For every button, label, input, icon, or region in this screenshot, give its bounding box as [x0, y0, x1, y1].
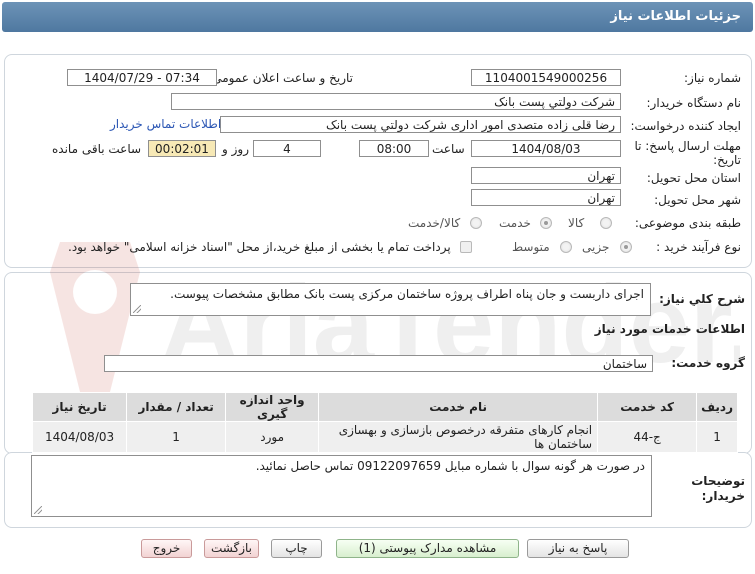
title-bar: جزئیات اطلاعات نیاز — [2, 2, 753, 32]
process-option-minor: جزیی — [582, 240, 610, 254]
treasury-payment-note: پرداخت تمام یا بخشی از مبلغ خرید،از محل … — [68, 240, 451, 254]
category-option-goods: کالا — [568, 216, 585, 230]
col-service-name: نام خدمت — [318, 392, 599, 422]
service-group-label: گروه خدمت: — [671, 356, 745, 370]
deadline-date-field: 1404/08/03 — [471, 140, 621, 157]
announce-field: 1404/07/29 - 07:34 — [67, 69, 217, 86]
summary-textarea: اجرای داربست و جان پناه اطراف پروژه ساخت… — [130, 283, 651, 316]
col-row-number: ردیف — [696, 392, 738, 422]
treasury-payment-checkbox[interactable] — [460, 241, 472, 253]
time-label: ساعت — [432, 142, 465, 156]
category-option-both: کالا/خدمت — [408, 216, 461, 230]
category-radio-goods[interactable] — [600, 217, 612, 229]
resize-grip-icon[interactable] — [133, 305, 141, 313]
category-radio-both[interactable] — [470, 217, 482, 229]
city-label: شهر محل تحویل: — [654, 193, 741, 207]
table-header-row: ردیف کد خدمت نام خدمت واحد اندازه گیری ت… — [31, 392, 738, 422]
cell-service-code: ج-44 — [597, 421, 698, 453]
announce-label: تاریخ و ساعت اعلان عمومی: — [208, 71, 353, 85]
resize-grip-icon[interactable] — [34, 506, 42, 514]
summary-label: شرح کلي نیاز: — [659, 292, 745, 306]
print-button[interactable]: چاپ — [271, 539, 322, 558]
buyer-org-field: شرکت دولتي پست بانک — [171, 93, 621, 110]
process-radio-minor[interactable] — [620, 241, 632, 253]
back-button[interactable]: بازگشت — [204, 539, 259, 558]
view-attachments-button[interactable]: مشاهده مدارک پیوستی (1) — [336, 539, 519, 558]
cell-unit: مورد — [225, 421, 320, 453]
buyer-contact-link[interactable]: اطلاعات تماس خریدار — [110, 117, 221, 131]
buyer-org-label: نام دستگاه خریدار: — [646, 96, 742, 110]
province-field: تهران — [471, 167, 621, 184]
deadline-time-field: 08:00 — [359, 140, 429, 157]
days-field: 4 — [253, 140, 321, 157]
city-field: تهران — [471, 189, 621, 206]
services-section-title: اطلاعات خدمات مورد نیاز — [594, 322, 745, 336]
cell-row-number: 1 — [696, 421, 738, 453]
process-radio-medium[interactable] — [560, 241, 572, 253]
page-title: جزئیات اطلاعات نیاز — [610, 9, 741, 24]
col-need-date: تاریخ نیاز — [31, 392, 128, 422]
process-label: نوع فرآیند خرید : — [656, 240, 741, 254]
cell-need-date: 1404/08/03 — [31, 421, 128, 453]
category-option-service: خدمت — [499, 216, 531, 230]
col-unit: واحد اندازه گیری — [225, 392, 320, 422]
buyer-description-textarea: در صورت هر گونه سوال با شماره مبایل 0912… — [31, 455, 652, 517]
col-quantity: تعداد / مقدار — [126, 392, 227, 422]
remaining-time-field: 00:02:01 — [148, 140, 216, 157]
category-radio-service[interactable] — [540, 217, 552, 229]
process-option-medium: متوسط — [512, 240, 550, 254]
col-service-code: کد خدمت — [597, 392, 698, 422]
watermark-logo: AriaTender.net — [50, 242, 740, 392]
services-table: ردیف کد خدمت نام خدمت واحد اندازه گیری ت… — [31, 392, 738, 453]
buyer-description-label: توضیحات — [691, 474, 745, 488]
buyer-description-text: در صورت هر گونه سوال با شماره مبایل 0912… — [255, 459, 645, 473]
service-group-field: ساختمان — [104, 355, 653, 372]
creator-field: رضا قلی زاده متصدی امور اداری شرکت دولتي… — [220, 116, 621, 133]
province-label: استان محل تحویل: — [646, 171, 741, 185]
deadline-label: مهلت ارسال پاسخ: تا — [634, 139, 741, 153]
days-label: روز و — [222, 142, 249, 156]
reply-button[interactable]: پاسخ به نیاز — [527, 539, 629, 558]
category-label: طبقه بندی موضوعی: — [634, 216, 741, 230]
cell-service-name: انجام کارهای متفرقه درخصوص بازسازی و بهس… — [318, 421, 599, 453]
buyer-description-label-2: خریدار: — [701, 489, 745, 503]
deadline-date-label: تاریخ: — [713, 153, 741, 167]
need-number-label: شماره نیاز: — [684, 71, 741, 85]
cell-quantity: 1 — [126, 421, 227, 453]
creator-label: ایجاد کننده درخواست: — [630, 119, 741, 133]
remaining-label: ساعت باقی مانده — [52, 142, 142, 156]
table-row: 1 ج-44 انجام کارهای متفرقه درخصوص بازساز… — [31, 421, 738, 453]
summary-text: اجرای داربست و جان پناه اطراف پروژه ساخت… — [170, 287, 644, 301]
exit-button[interactable]: خروج — [141, 539, 192, 558]
need-number-field: 1104001549000256 — [471, 69, 621, 86]
